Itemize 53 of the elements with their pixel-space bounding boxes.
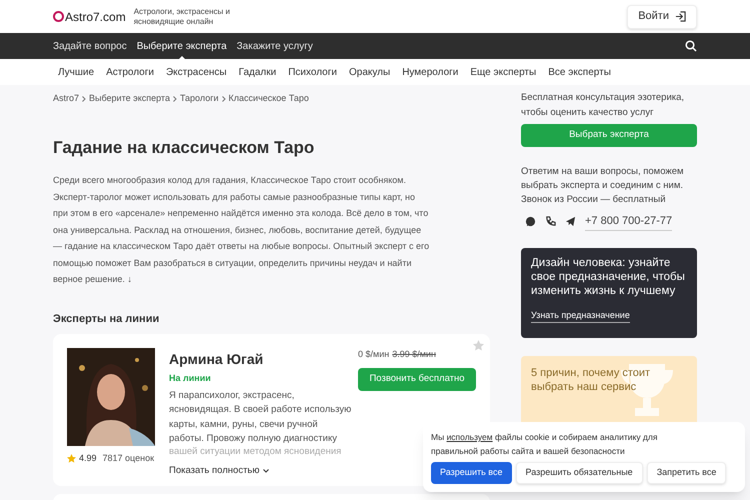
category-link[interactable]: Лучшие [58, 64, 94, 80]
cookie-button[interactable]: Запретить все [646, 462, 726, 484]
logo[interactable]: Astro7.com [53, 8, 126, 26]
category-link[interactable]: Психологи [288, 64, 337, 80]
category-link[interactable]: Экстрасенсы [166, 64, 227, 80]
phone-link[interactable]: +7 800 700-27-77 [585, 213, 672, 230]
chevron-down-icon [262, 468, 268, 473]
phone-icon[interactable] [545, 216, 556, 228]
cookie-button[interactable]: Разрешить все [431, 462, 512, 484]
category-link[interactable]: Все эксперты [548, 64, 611, 80]
login-icon [675, 11, 686, 22]
breadcrumb-link[interactable]: Тарологи [180, 92, 219, 106]
send-icon[interactable] [565, 216, 576, 228]
expert-description: Я парапсихолог, экстрасенс, ясновидящая. В своей работе использую карты, камни, руны, свечи ручной работы. Провожу полную диагностику [169, 388, 352, 446]
favorite-star-icon[interactable] [473, 340, 484, 351]
promo-card[interactable]: Дизайн человека: узнайте свое предназначение, чтобы изменить жизнь к лучшему Узнать предназначение [521, 248, 697, 338]
intro-paragraph: Среди всего многообразия колод для гадания, Классическое Таро стоит особняком. Эксперт-таролог может использовать для работы самые разнообразные типы карт, но при этом в его «арсенале» непременно найдётся именно эта колода. Всё дело в том, что она универсальна. Расклад на отношения, бизнес, любовь, воспитание детей, будущее — гадание на классическом Таро даёт ответы на любые вопросы. Опытный эксперт с его помощью поможет Вам разобраться в ситуации, определить причины неудач и найти верное решение. ↓ [53, 174, 430, 286]
expert-name: Армина Югай [169, 350, 264, 369]
promo-title: Дизайн человека: узнайте свое предназначение, чтобы изменить жизнь к лучшему [531, 256, 686, 298]
nav-tab[interactable]: Задайте вопрос [53, 33, 127, 59]
search-icon[interactable] [685, 40, 697, 52]
promo-link[interactable]: Узнать предназначение [531, 308, 630, 323]
chevron-icon [222, 96, 226, 102]
chevron-icon [82, 96, 86, 102]
page-title: Гадание на классическом Таро [53, 136, 316, 158]
consult-text: Бесплатная консультация эзотерика, чтобы оценить качество услуг [521, 91, 686, 120]
section-heading: Эксперты на линии [53, 312, 160, 326]
cookie-link[interactable]: используем [446, 432, 493, 442]
category-link[interactable]: Оракулы [348, 64, 390, 80]
category-link[interactable]: Астрологи [106, 64, 154, 80]
contact-text: Ответим на ваши вопросы, поможем выбрать эксперта и соединим с ним. Звонок из России — бесплатный [521, 165, 685, 207]
breadcrumb-current[interactable]: Классическое Таро [228, 92, 309, 106]
price: 0 $/мин [358, 348, 390, 361]
star-icon [67, 454, 76, 464]
cookie-button[interactable]: Разрешить обязательные [516, 462, 643, 484]
logo-icon [53, 11, 64, 22]
chat-icon[interactable] [525, 216, 536, 228]
faded-description: вашей ситуации методом ясновидения [169, 446, 342, 456]
category-link[interactable]: Нумерологи [402, 64, 458, 80]
old-price: 3.99 $/мин [392, 348, 436, 361]
rating: 4.99 [79, 452, 97, 465]
review-count: 7817 оценок [102, 452, 154, 465]
chevron-icon [172, 96, 177, 102]
tagline: Астрологи, экстрасенсы и ясновидящие онлайн [134, 6, 231, 26]
breadcrumb-link[interactable]: Astro7 [53, 92, 80, 106]
promo-title: 5 причин, почему стоит выбрать наш сервис [531, 366, 652, 394]
category-link[interactable]: Еще эксперты [470, 64, 536, 80]
show-more-link[interactable]: Показать полностью [169, 464, 268, 478]
nav-tab[interactable]: Закажите услугу [236, 33, 313, 59]
status-label: На линии [169, 372, 212, 385]
category-link[interactable]: Гадалки [238, 64, 276, 80]
login-button[interactable]: Войти [627, 4, 697, 28]
breadcrumb-link[interactable]: Выберите эксперта [89, 92, 170, 106]
